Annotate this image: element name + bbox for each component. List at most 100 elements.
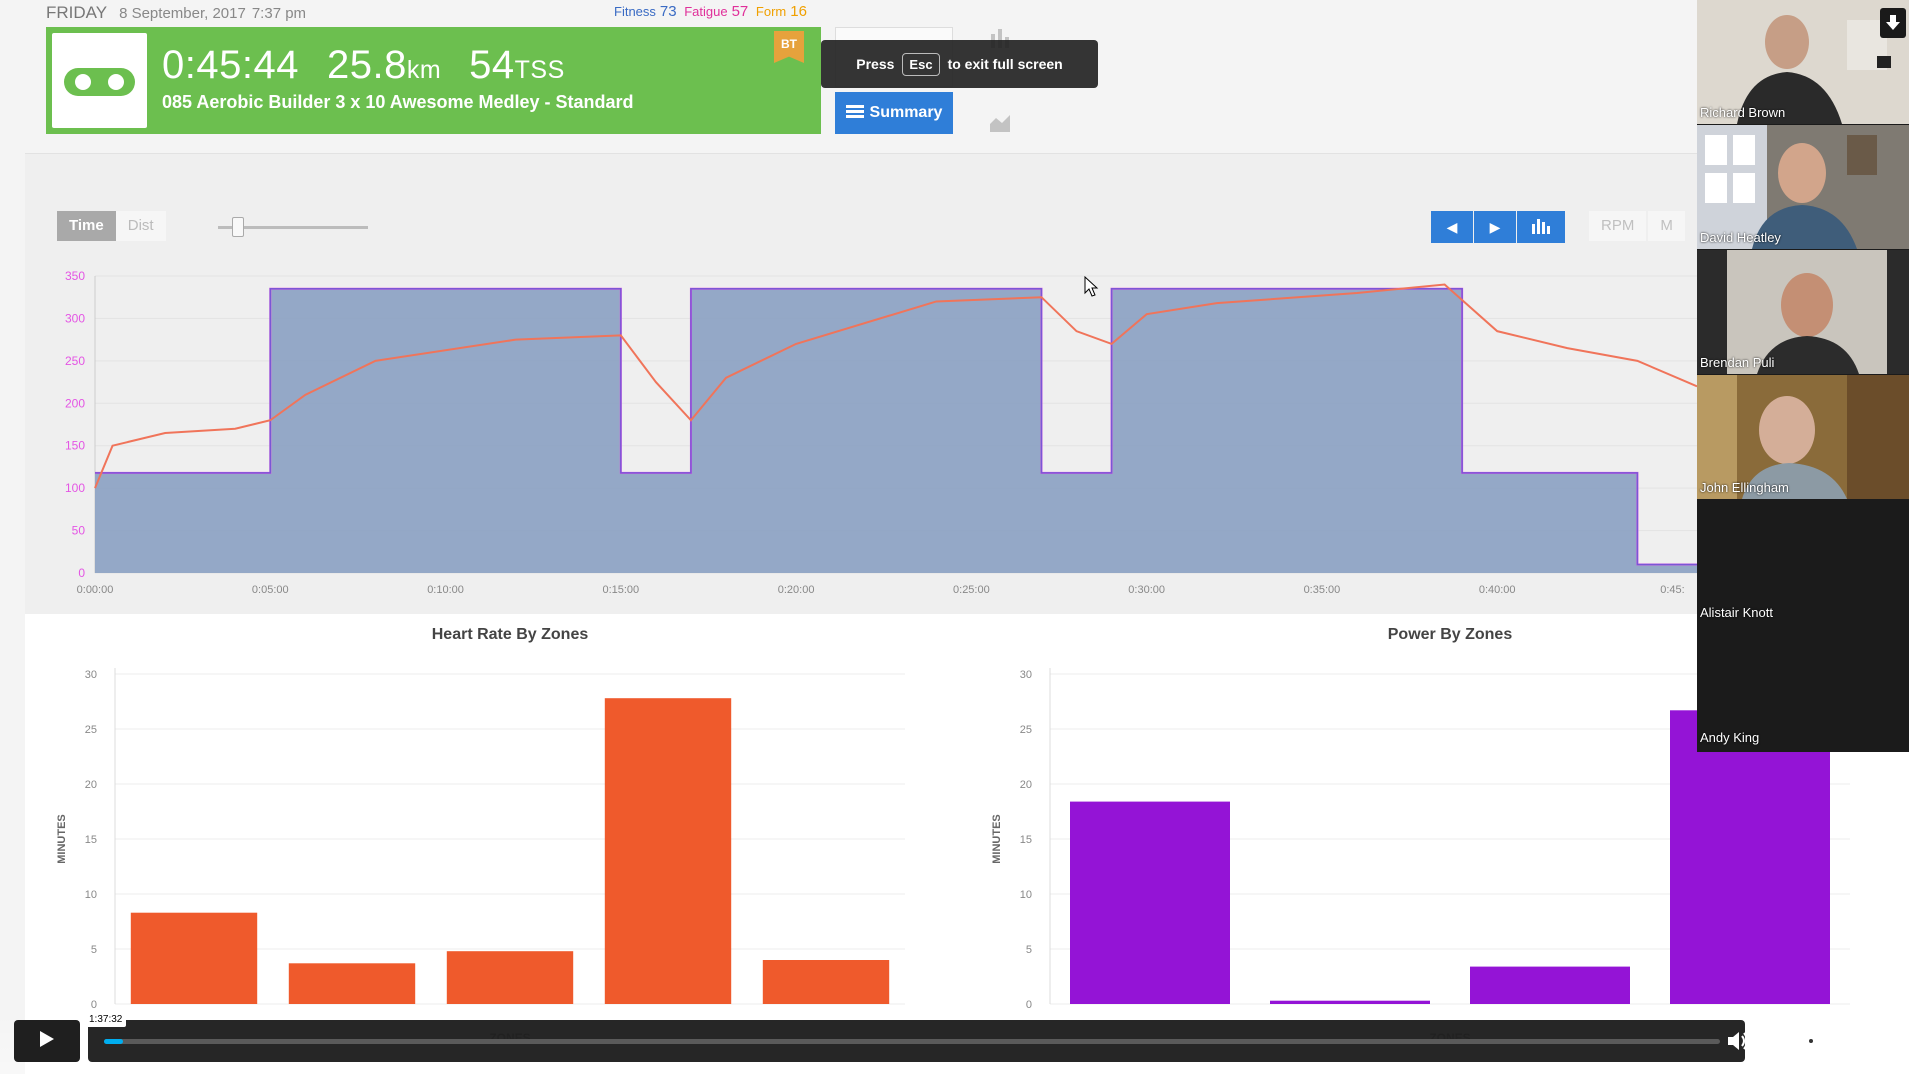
x-tick-label: 0:25:00 (953, 584, 990, 596)
summary-label: Summary (869, 104, 943, 121)
fullscreen-toast: Press Esc to exit full screen (821, 40, 1098, 88)
metric-toggles: RPM M (1589, 211, 1685, 241)
x-tick-label: 0:00:00 (77, 584, 114, 596)
chart-type-button[interactable] (1517, 211, 1565, 243)
workout-duration: 0:45:44 (162, 43, 299, 87)
zone-bar (762, 960, 890, 1004)
y-tick-label: 350 (65, 269, 85, 283)
y-tick-label: 250 (65, 354, 85, 368)
zone-bar (1070, 801, 1230, 1004)
participant-tile[interactable]: David Heatley (1697, 125, 1909, 249)
bt-badge: BT (774, 31, 804, 63)
workout-title: 085 Aerobic Builder 3 x 10 Awesome Medle… (162, 92, 634, 112)
toast-message: to exit full screen (947, 56, 1063, 72)
fitness-metrics: Fitness 73 Fatigue 57 Form 16 (614, 3, 811, 20)
x-tick-label: 0:20:00 (778, 584, 815, 596)
distance-toggle[interactable]: Dist (115, 211, 166, 241)
progress-bar-container (88, 1020, 1745, 1062)
fatigue-label: Fatigue (684, 4, 728, 19)
left-gutter (0, 0, 25, 1074)
progress-fill (104, 1039, 124, 1044)
x-tick-label: 0:05:00 (252, 584, 289, 596)
participant-name: Richard Brown (1700, 105, 1786, 120)
workout-date: FRIDAY 8 September, 2017 7:37 pm (46, 3, 306, 23)
fitness-value: 73 (659, 3, 677, 20)
form-label: Form (755, 4, 787, 19)
x-tick-label: 0:35:00 (1304, 584, 1341, 596)
workout-date-text: 8 September, 2017 (119, 5, 246, 22)
zone-bar (604, 698, 732, 1004)
participant-tile[interactable]: Andy King (1697, 625, 1909, 749)
y-tick-label: 15 (85, 834, 97, 846)
y-tick-label: 100 (65, 481, 85, 495)
rpm-toggle[interactable]: RPM (1589, 211, 1647, 241)
tss-unit: TSS (514, 56, 565, 84)
slider-handle[interactable] (232, 217, 244, 237)
progress-track[interactable] (104, 1039, 1720, 1044)
chart-nav: ◀ ▶ (1431, 211, 1565, 243)
triangle-left-icon: ◀ (1446, 218, 1458, 235)
participant-tile[interactable]: Alistair Knott (1697, 500, 1909, 624)
zoom-slider[interactable] (218, 217, 368, 237)
fatigue-value: 57 (731, 3, 749, 20)
picture-in-picture-icon[interactable] (1833, 1027, 1861, 1055)
y-tick-label: 25 (85, 724, 97, 736)
power-area (95, 288, 1697, 573)
participant-name: John Ellingham (1700, 480, 1789, 495)
exit-fullscreen-icon[interactable] (1869, 1027, 1897, 1055)
participant-name: David Heatley (1700, 230, 1781, 245)
area-chart-icon[interactable] (988, 110, 1012, 134)
zone-bar (130, 912, 258, 1004)
captions-icon[interactable]: CC (1761, 1027, 1789, 1055)
timestamp-tooltip: 1:37:32 (85, 1012, 127, 1027)
workout-distance: 25.8 (326, 43, 407, 87)
workout-time-text: 7:37 pm (251, 5, 307, 22)
y-tick-label: 30 (1020, 669, 1032, 681)
workout-card[interactable]: 0:45:44 25.8km 54TSS 085 Aerobic Builder 3… (46, 27, 821, 134)
y-tick-label: 5 (1026, 944, 1032, 956)
training-peaks-view: FRIDAY 8 September, 2017 7:37 pm Fitness 73… (0, 0, 1850, 1074)
y-tick-label: 0 (1026, 999, 1032, 1011)
participant-name: Alistair Knott (1700, 605, 1773, 620)
settings-gear-icon[interactable] (1797, 1027, 1825, 1055)
y-tick-label: 30 (85, 669, 97, 681)
participant-name: Andy King (1700, 730, 1760, 745)
x-tick-label: 0:10:00 (427, 584, 464, 596)
y-tick-label: 10 (85, 889, 97, 901)
svg-text:CC: CC (1768, 1038, 1780, 1047)
y-tick-label: 0 (91, 999, 97, 1011)
y-axis-label: MINUTES (991, 814, 1003, 864)
play-button[interactable] (14, 1020, 80, 1062)
time-toggle[interactable]: Time (57, 211, 116, 241)
participant-tile[interactable]: Richard Brown (1697, 0, 1909, 124)
zone-bar (1470, 966, 1630, 1004)
power-heart-rate-chart: 350 300 250 200 150 100 50 0 0:00:00 0:05:00 0:10:… (65, 269, 1697, 596)
workout-tss: 54 (469, 43, 515, 87)
y-tick-label: 50 (72, 524, 86, 538)
zone-bar (1270, 1000, 1430, 1004)
y-tick-label: 300 (65, 311, 85, 325)
participant-name: Brendan Puli (1700, 355, 1775, 370)
y-tick-label: 20 (85, 779, 97, 791)
y-tick-label: 200 (65, 396, 85, 410)
previous-button[interactable]: ◀ (1431, 211, 1473, 243)
form-value: 16 (790, 3, 807, 20)
x-tick-label: 0:40:00 (1479, 584, 1516, 596)
m-toggle[interactable]: M (1648, 211, 1685, 241)
column-chart-icon (1531, 218, 1551, 237)
play-icon (39, 1030, 55, 1053)
zone-bar (288, 963, 416, 1004)
cycling-icon (52, 33, 147, 128)
participant-tile[interactable]: John Ellingham (1697, 375, 1909, 499)
summary-button[interactable]: Summary (835, 92, 953, 134)
next-button[interactable]: ▶ (1474, 211, 1516, 243)
participant-tile[interactable]: Brendan Puli (1697, 250, 1909, 374)
x-tick-label: 0:15:00 (602, 584, 639, 596)
download-icon[interactable] (1880, 8, 1906, 38)
app-root: FRIDAY 8 September, 2017 7:37 pm Fitness 73… (0, 0, 1909, 1074)
y-tick-label: 0 (78, 566, 85, 580)
volume-icon[interactable] (1724, 1027, 1752, 1055)
chart-title: Power By Zones (1388, 626, 1513, 643)
workout-day: FRIDAY (46, 3, 108, 22)
chart-title: Heart Rate By Zones (432, 626, 589, 643)
